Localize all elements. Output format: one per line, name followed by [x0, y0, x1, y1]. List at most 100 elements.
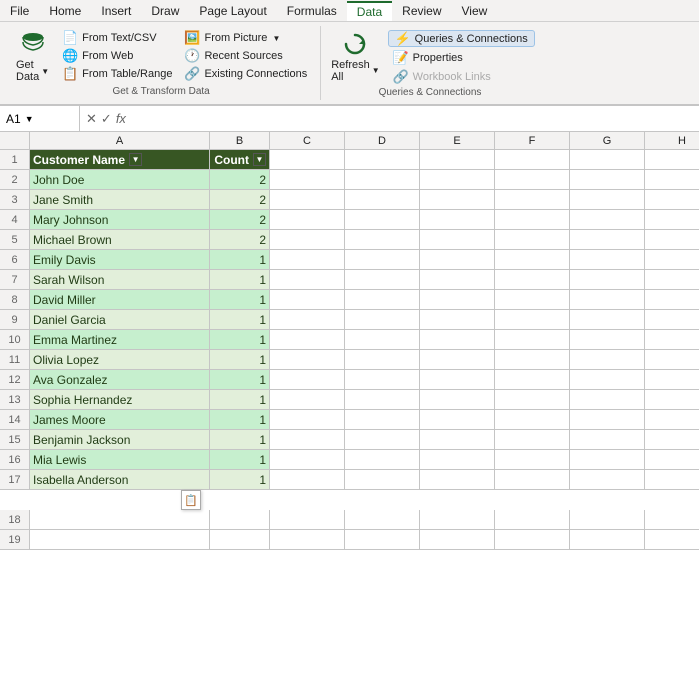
- confirm-formula-icon[interactable]: ✓: [101, 111, 112, 127]
- menu-page-layout[interactable]: Page Layout: [189, 2, 276, 20]
- recent-sources-button[interactable]: 🕐 Recent Sources: [179, 48, 312, 65]
- cell-15f[interactable]: [495, 430, 570, 450]
- cell-11g[interactable]: [570, 350, 645, 370]
- cell-1f[interactable]: [495, 150, 570, 170]
- cell-14b[interactable]: 1: [210, 410, 270, 430]
- menu-file[interactable]: File: [0, 2, 39, 20]
- cell-2c[interactable]: [270, 170, 345, 190]
- cell-10h[interactable]: [645, 330, 699, 350]
- cell-2b[interactable]: 2: [210, 170, 270, 190]
- cell-6e[interactable]: [420, 250, 495, 270]
- cell-12c[interactable]: [270, 370, 345, 390]
- cell-18f[interactable]: [495, 510, 570, 530]
- cell-14f[interactable]: [495, 410, 570, 430]
- cell-14h[interactable]: [645, 410, 699, 430]
- cell-19h[interactable]: [645, 530, 699, 550]
- cell-1d[interactable]: [345, 150, 420, 170]
- cell-7e[interactable]: [420, 270, 495, 290]
- cell-9e[interactable]: [420, 310, 495, 330]
- cell-11d[interactable]: [345, 350, 420, 370]
- cell-6c[interactable]: [270, 250, 345, 270]
- cell-4d[interactable]: [345, 210, 420, 230]
- menu-data[interactable]: Data: [347, 1, 392, 21]
- filter-btn-count[interactable]: ▼: [253, 153, 266, 166]
- cell-1c[interactable]: [270, 150, 345, 170]
- col-header-f[interactable]: F: [495, 132, 570, 150]
- col-header-h[interactable]: H: [645, 132, 699, 150]
- col-header-a[interactable]: A: [30, 132, 210, 150]
- cell-12a[interactable]: Ava Gonzalez: [30, 370, 210, 390]
- refresh-all-button[interactable]: Refresh All▼: [325, 29, 385, 85]
- cell-17b[interactable]: 1: [210, 470, 270, 490]
- menu-review[interactable]: Review: [392, 2, 451, 20]
- cell-15c[interactable]: [270, 430, 345, 450]
- menu-view[interactable]: View: [452, 2, 498, 20]
- cell-7c[interactable]: [270, 270, 345, 290]
- cell-16h[interactable]: [645, 450, 699, 470]
- cell-2d[interactable]: [345, 170, 420, 190]
- cell-5c[interactable]: [270, 230, 345, 250]
- cell-18e[interactable]: [420, 510, 495, 530]
- header-cell-customer-name[interactable]: Customer Name ▼: [30, 150, 210, 170]
- cell-1h[interactable]: [645, 150, 699, 170]
- cell-8b[interactable]: 1: [210, 290, 270, 310]
- cell-4c[interactable]: [270, 210, 345, 230]
- cell-9b[interactable]: 1: [210, 310, 270, 330]
- cell-5a[interactable]: Michael Brown: [30, 230, 210, 250]
- cell-8d[interactable]: [345, 290, 420, 310]
- cell-16g[interactable]: [570, 450, 645, 470]
- cell-14a[interactable]: James Moore: [30, 410, 210, 430]
- from-picture-button[interactable]: 🖼️ From Picture ▼: [179, 30, 312, 47]
- cell-14e[interactable]: [420, 410, 495, 430]
- cell-13f[interactable]: [495, 390, 570, 410]
- cell-11e[interactable]: [420, 350, 495, 370]
- cell-5h[interactable]: [645, 230, 699, 250]
- filter-btn-customer-name[interactable]: ▼: [129, 153, 142, 166]
- from-table-button[interactable]: 📋 From Table/Range: [57, 66, 177, 83]
- cell-9g[interactable]: [570, 310, 645, 330]
- cell-8f[interactable]: [495, 290, 570, 310]
- cell-14c[interactable]: [270, 410, 345, 430]
- cell-4g[interactable]: [570, 210, 645, 230]
- cell-5d[interactable]: [345, 230, 420, 250]
- cell-13a[interactable]: Sophia Hernandez: [30, 390, 210, 410]
- properties-button[interactable]: 📝 Properties: [388, 49, 535, 66]
- cell-9c[interactable]: [270, 310, 345, 330]
- cell-16c[interactable]: [270, 450, 345, 470]
- cell-2g[interactable]: [570, 170, 645, 190]
- cell-8e[interactable]: [420, 290, 495, 310]
- cell-15b[interactable]: 1: [210, 430, 270, 450]
- menu-home[interactable]: Home: [39, 2, 91, 20]
- formula-input[interactable]: [132, 106, 699, 131]
- cell-18h[interactable]: [645, 510, 699, 530]
- cell-10c[interactable]: [270, 330, 345, 350]
- cell-3g[interactable]: [570, 190, 645, 210]
- cell-8a[interactable]: David Miller: [30, 290, 210, 310]
- cell-4f[interactable]: [495, 210, 570, 230]
- from-web-button[interactable]: 🌐 From Web: [57, 48, 177, 65]
- cell-17g[interactable]: [570, 470, 645, 490]
- cancel-formula-icon[interactable]: ✕: [86, 111, 97, 127]
- cell-4h[interactable]: [645, 210, 699, 230]
- cell-11c[interactable]: [270, 350, 345, 370]
- cell-6h[interactable]: [645, 250, 699, 270]
- workbook-links-button[interactable]: 🔗 Workbook Links: [388, 68, 535, 85]
- cell-10e[interactable]: [420, 330, 495, 350]
- cell-3d[interactable]: [345, 190, 420, 210]
- cell-6g[interactable]: [570, 250, 645, 270]
- cell-16b[interactable]: 1: [210, 450, 270, 470]
- header-cell-count[interactable]: Count ▼: [210, 150, 270, 170]
- cell-7d[interactable]: [345, 270, 420, 290]
- cell-10a[interactable]: Emma Martinez: [30, 330, 210, 350]
- cell-3a[interactable]: Jane Smith: [30, 190, 210, 210]
- cell-19d[interactable]: [345, 530, 420, 550]
- cell-15d[interactable]: [345, 430, 420, 450]
- cell-17e[interactable]: [420, 470, 495, 490]
- cell-19b[interactable]: [210, 530, 270, 550]
- menu-insert[interactable]: Insert: [91, 2, 141, 20]
- cell-5e[interactable]: [420, 230, 495, 250]
- cell-14g[interactable]: [570, 410, 645, 430]
- col-header-c[interactable]: C: [270, 132, 345, 150]
- cell-16a[interactable]: Mia Lewis: [30, 450, 210, 470]
- cell-1g[interactable]: [570, 150, 645, 170]
